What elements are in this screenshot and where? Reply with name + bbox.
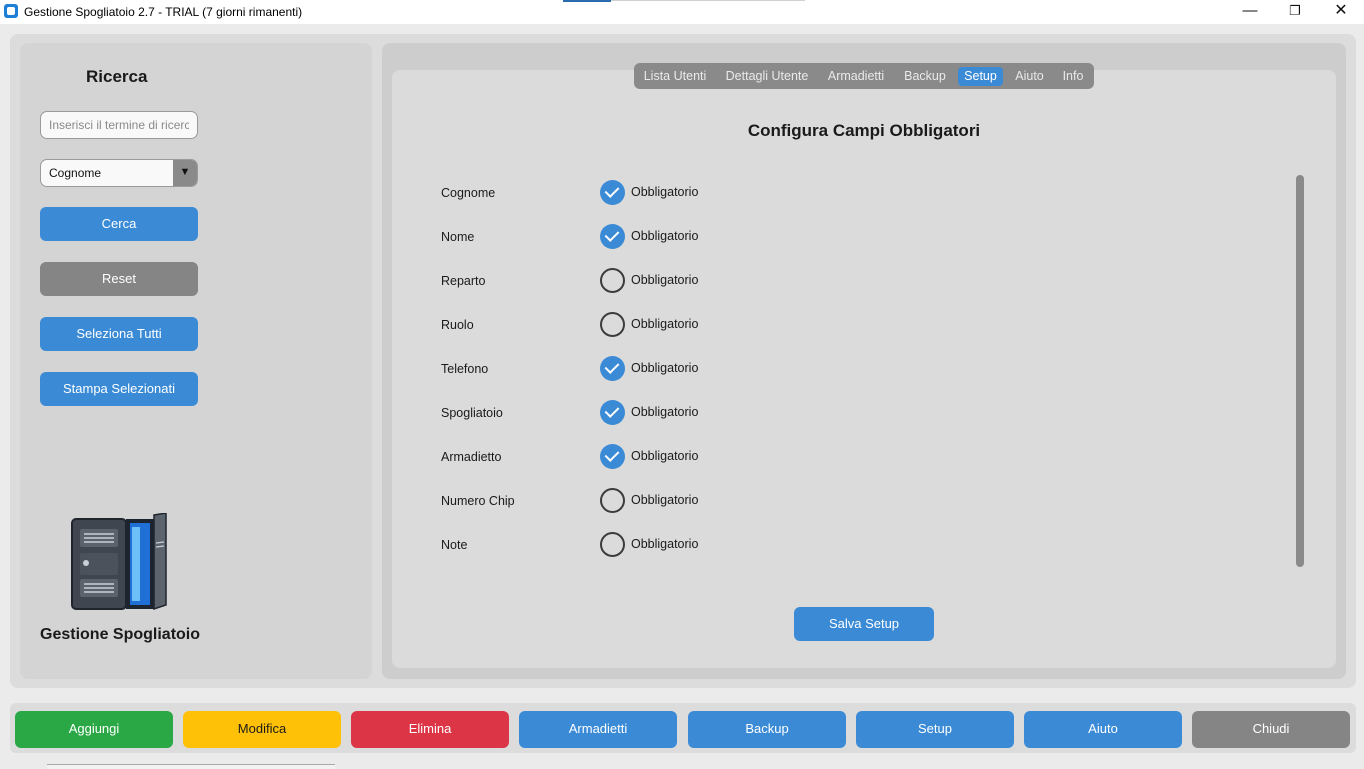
field-label-numero-chip: Numero Chip [441,494,515,508]
tab-aiuto[interactable]: Aiuto [1009,67,1050,86]
field-label-reparto: Reparto [441,274,486,288]
tab-info[interactable]: Info [1056,67,1090,86]
lockers-button[interactable]: Armadietti [519,711,677,748]
brand-title: Gestione Spogliatoio [40,626,201,643]
minimize-icon[interactable]: — [1235,2,1265,22]
titlebar-divider [611,0,805,1]
add-button[interactable]: Aggiungi [15,711,173,748]
setup-button[interactable]: Setup [856,711,1014,748]
tab-backup[interactable]: Backup [898,67,952,86]
help-button[interactable]: Aiuto [1024,711,1182,748]
backup-button[interactable]: Backup [688,711,846,748]
required-checkbox-nome[interactable] [600,224,625,249]
reset-button[interactable]: Reset [40,262,198,296]
tab-setup[interactable]: Setup [958,67,1003,86]
window-titlebar: Gestione Spogliatoio 2.7 - TRIAL (7 gior… [0,0,1364,24]
app-icon [4,4,18,18]
required-checkbox-reparto[interactable] [600,268,625,293]
field-label-ruolo: Ruolo [441,318,474,332]
search-field-value: Cognome [49,166,102,180]
chevron-down-icon[interactable]: ▼ [173,160,197,186]
required-label[interactable]: Obbligatorio [631,405,698,419]
required-checkbox-telefono[interactable] [600,356,625,381]
field-label-spogliatoio: Spogliatoio [441,406,503,420]
edit-button[interactable]: Modifica [183,711,341,748]
required-label[interactable]: Obbligatorio [631,449,698,463]
required-checkbox-numero-chip[interactable] [600,488,625,513]
tab-lista-utenti[interactable]: Lista Utenti [639,67,711,86]
tab-armadietti[interactable]: Armadietti [822,67,890,86]
required-checkbox-armadietto[interactable] [600,444,625,469]
titlebar-accent [563,0,611,2]
print-selected-button[interactable]: Stampa Selezionati [40,372,198,406]
field-label-cognome: Cognome [441,186,496,200]
required-checkbox-note[interactable] [600,532,625,557]
window-bottom-edge [47,764,335,769]
setup-content [392,70,1336,668]
required-label[interactable]: Obbligatorio [631,537,698,551]
search-button[interactable]: Cerca [40,207,198,241]
required-checkbox-cognome[interactable] [600,180,625,205]
required-label[interactable]: Obbligatorio [631,185,698,199]
required-label[interactable]: Obbligatorio [631,493,698,507]
setup-scrollbar[interactable] [1296,175,1304,567]
search-input[interactable] [40,111,198,139]
tab-dettagli-utente[interactable]: Dettagli Utente [720,67,814,86]
field-label-nome: Nome [441,230,475,244]
locker-logo-icon [71,513,167,611]
sidebar-title: Ricerca [86,67,148,86]
window-title: Gestione Spogliatoio 2.7 - TRIAL (7 gior… [24,5,303,19]
required-checkbox-spogliatoio[interactable] [600,400,625,425]
search-field-select[interactable]: Cognome ▼ [40,159,198,187]
close-icon[interactable]: ✕ [1326,2,1356,22]
field-label-note: Note [441,538,468,552]
field-label-armadietto: Armadietto [441,450,502,464]
field-label-telefono: Telefono [441,362,489,376]
save-setup-button[interactable]: Salva Setup [794,607,934,641]
required-checkbox-ruolo[interactable] [600,312,625,337]
setup-title: Configura Campi Obbligatori [747,121,981,140]
required-label[interactable]: Obbligatorio [631,229,698,243]
delete-button[interactable]: Elimina [351,711,509,748]
close-button[interactable]: Chiudi [1192,711,1350,748]
maximize-icon[interactable]: ❐ [1280,2,1310,22]
required-label[interactable]: Obbligatorio [631,361,698,375]
select-all-button[interactable]: Seleziona Tutti [40,317,198,351]
required-label[interactable]: Obbligatorio [631,317,698,331]
required-label[interactable]: Obbligatorio [631,273,698,287]
